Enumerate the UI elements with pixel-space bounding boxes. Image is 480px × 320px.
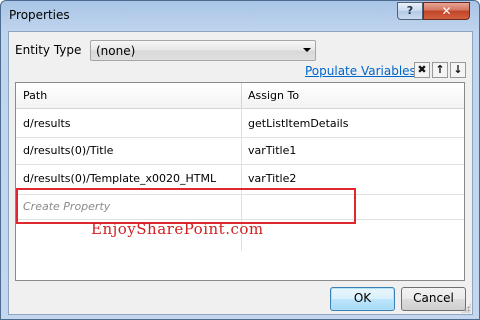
table-row-assign[interactable]: varTitle1 [248,144,296,157]
table-row-assign[interactable]: varTitle2 [248,172,296,185]
grid-header: Path Assign To [16,83,464,109]
entity-type-value: (none) [96,44,136,58]
row-separator [16,164,464,165]
entity-type-label: Entity Type [15,43,82,57]
help-button[interactable]: ? [397,2,423,20]
properties-dialog: Properties ? ✕ Entity Type (none) Popula… [0,0,480,320]
move-down-icon[interactable]: ↓ [450,62,466,78]
table-row-assign[interactable]: getListItemDetails [248,117,348,130]
row-separator [16,137,464,138]
header-divider [241,83,242,108]
chevron-down-icon [303,48,311,52]
entity-type-dropdown[interactable]: (none) [90,40,316,61]
table-row-path[interactable]: d/results(0)/Title [23,144,113,157]
create-property-row[interactable]: Create Property [23,200,110,213]
move-up-icon[interactable]: ↑ [432,62,448,78]
dialog-title: Properties [9,8,70,22]
watermark-text: EnjoySharePoint.com [91,220,264,238]
column-header-assign-to[interactable]: Assign To [248,89,299,102]
ok-button[interactable]: OK [330,287,395,311]
title-bar[interactable]: Properties ? ✕ [1,1,479,31]
column-header-path[interactable]: Path [23,89,47,102]
close-button[interactable]: ✕ [423,2,470,20]
dialog-body: Entity Type (none) Populate Variables ✖ … [8,31,473,315]
properties-grid: Path Assign To d/results getListItemDeta… [15,82,465,281]
table-row-path[interactable]: d/results(0)/Template_x0020_HTML [23,172,216,185]
delete-icon[interactable]: ✖ [414,62,430,78]
table-row-path[interactable]: d/results [23,117,71,130]
populate-variables-link[interactable]: Populate Variables [305,64,416,78]
cancel-button[interactable]: Cancel [401,287,466,311]
row-separator [16,194,464,195]
